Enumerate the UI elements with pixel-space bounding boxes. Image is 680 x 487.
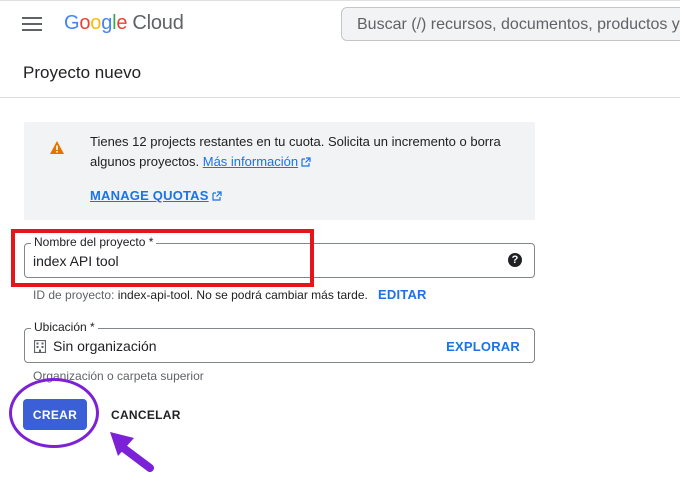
cancel-button[interactable]: CANCELAR <box>105 399 185 430</box>
location-value: Sin organización <box>53 338 157 354</box>
logo-product-name: Cloud <box>132 12 184 34</box>
project-id-hint: ID de proyecto: index-api-tool. No se po… <box>33 288 368 302</box>
menu-icon[interactable] <box>22 17 42 31</box>
top-bar: Google Cloud Buscar (/) recursos, documen… <box>0 0 680 48</box>
highlight-box <box>11 229 314 287</box>
quota-info-box: Tienes 12 projects restantes en tu cuota… <box>24 122 535 220</box>
manage-quotas-link[interactable]: MANAGE QUOTAS <box>90 188 222 203</box>
manage-quotas-label: MANAGE QUOTAS <box>90 188 209 203</box>
warning-icon <box>50 141 64 154</box>
top-border <box>0 0 680 1</box>
logo-letter: o <box>90 12 102 34</box>
location-label: Ubicación * <box>31 320 98 334</box>
external-link-icon <box>301 157 311 167</box>
external-link-icon <box>212 191 222 201</box>
learn-more-label: Más información <box>202 154 299 169</box>
search-placeholder: Buscar (/) recursos, documentos, product… <box>357 16 680 33</box>
quota-info-text: Tienes 12 projects restantes en tu cuota… <box>90 132 520 172</box>
location-field[interactable]: Ubicación * Sin organización EXPLORAR <box>24 320 535 363</box>
page-title-bar: Proyecto nuevo <box>0 48 680 98</box>
logo-letter: g <box>101 12 113 34</box>
logo-letter: G <box>64 12 80 34</box>
help-icon[interactable]: ? <box>508 253 522 267</box>
logo-letter: o <box>79 12 91 34</box>
google-cloud-logo[interactable]: Google Cloud <box>64 12 184 35</box>
project-id-hint-prefix: ID de proyecto: <box>33 288 115 302</box>
building-icon <box>34 340 46 353</box>
explore-button[interactable]: EXPLORAR <box>446 339 520 354</box>
learn-more-link[interactable]: Más información <box>203 154 311 169</box>
edit-project-id-button[interactable]: EDITAR <box>378 287 427 302</box>
arrow-icon <box>110 432 154 472</box>
logo-letter: e <box>116 12 128 34</box>
page-title: Proyecto nuevo <box>23 63 142 82</box>
search-input[interactable]: Buscar (/) recursos, documentos, product… <box>341 7 680 41</box>
project-id-value: index-api-tool. No se podrá cambiar más … <box>117 288 368 302</box>
highlight-circle <box>9 378 99 448</box>
